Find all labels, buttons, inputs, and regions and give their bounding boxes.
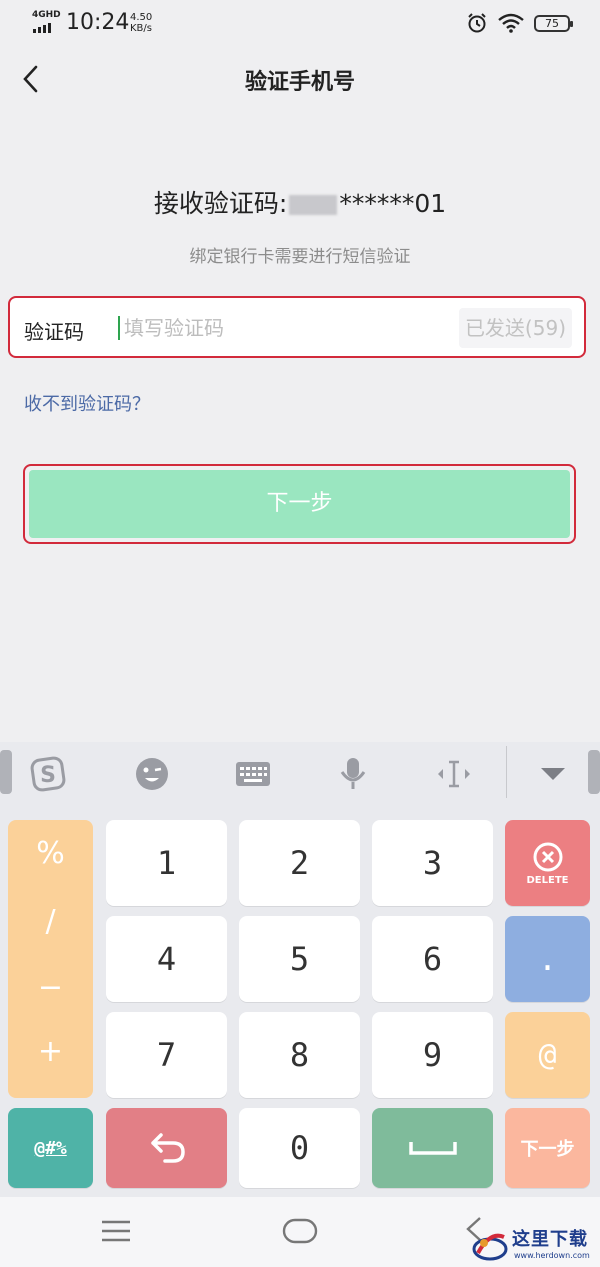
alarm-icon xyxy=(468,13,486,33)
delete-label: DELETE xyxy=(526,874,569,886)
watermark: 这里下载 www.herdown.com xyxy=(470,1223,600,1267)
left-edge-handle[interactable] xyxy=(0,750,12,794)
at-key[interactable]: @ xyxy=(505,1012,590,1098)
resend-button[interactable]: 已发送(59) xyxy=(458,308,572,348)
status-bar: 4GHD 10:24 4.50 KB/s 75 xyxy=(0,0,600,46)
page-title: 验证手机号 xyxy=(244,70,355,95)
key-2[interactable]: 2 xyxy=(239,820,360,906)
keyboard-next-key[interactable]: 下一步 xyxy=(505,1108,590,1188)
microphone-icon[interactable] xyxy=(333,754,373,794)
home-icon[interactable] xyxy=(282,1217,318,1245)
watermark-text: 这里下载 xyxy=(512,1229,588,1250)
emoji-icon[interactable] xyxy=(132,754,172,794)
space-icon xyxy=(408,1142,457,1155)
watermark-url: www.herdown.com xyxy=(514,1251,590,1260)
space-key[interactable] xyxy=(372,1108,493,1188)
next-button[interactable]: 下一步 xyxy=(29,470,570,538)
status-time: 10:24 xyxy=(66,10,130,35)
return-key[interactable] xyxy=(106,1108,227,1188)
code-input-row: 验证码 填写验证码 已发送(59) xyxy=(8,296,586,358)
key-6[interactable]: 6 xyxy=(372,916,493,1002)
masked-number xyxy=(289,195,338,215)
network-speed: 4.50 KB/s xyxy=(130,12,153,34)
key-5[interactable]: 5 xyxy=(239,916,360,1002)
key-9[interactable]: 9 xyxy=(372,1012,493,1098)
plus-key[interactable]: + xyxy=(8,1034,93,1069)
key-0[interactable]: 0 xyxy=(239,1108,360,1188)
verification-hint: 绑定银行卡需要进行短信验证 xyxy=(189,247,411,267)
sogou-logo-icon[interactable]: S xyxy=(28,754,68,794)
watermark-logo-icon xyxy=(472,1233,508,1261)
battery-icon: 75 xyxy=(534,14,573,32)
next-button-highlight: 下一步 xyxy=(23,464,576,544)
minus-key[interactable]: − xyxy=(8,970,93,1005)
no-code-link[interactable]: 收不到验证码？ xyxy=(24,390,150,416)
key-8[interactable]: 8 xyxy=(239,1012,360,1098)
key-3[interactable]: 3 xyxy=(372,820,493,906)
number-keyboard: S % / − + 1 2 3 4 5 6 7 8 9 DELETE . @ @… xyxy=(0,742,600,1197)
toolbar-divider xyxy=(506,746,507,798)
code-input[interactable]: 填写验证码 xyxy=(118,316,438,340)
key-4[interactable]: 4 xyxy=(106,916,227,1002)
return-arrow-icon xyxy=(150,1133,185,1163)
cursor-move-icon[interactable] xyxy=(434,754,474,794)
wifi-icon xyxy=(498,13,524,33)
percent-key[interactable]: % xyxy=(8,836,93,871)
symbol-column: % / − + xyxy=(8,820,93,1098)
dot-key[interactable]: . xyxy=(505,916,590,1002)
key-1[interactable]: 1 xyxy=(106,820,227,906)
cellular-signal-icon: 4GHD xyxy=(32,10,61,36)
key-7[interactable]: 7 xyxy=(106,1012,227,1098)
code-label: 验证码 xyxy=(24,320,84,344)
delete-icon xyxy=(533,842,562,871)
right-edge-handle[interactable] xyxy=(588,750,600,794)
keyboard-toolbar: S xyxy=(0,742,600,806)
keyboard-switch-icon[interactable] xyxy=(233,754,273,794)
nav-bar: 验证手机号 xyxy=(0,54,600,104)
svg-text:S: S xyxy=(40,763,56,788)
collapse-keyboard-icon[interactable] xyxy=(533,754,573,794)
symbol-keyboard-key[interactable]: @#% xyxy=(8,1108,93,1188)
slash-key[interactable]: / xyxy=(8,904,93,939)
menu-icon[interactable] xyxy=(100,1219,132,1243)
receive-number-text: 接收验证码: ******01 xyxy=(153,189,447,218)
delete-key[interactable]: DELETE xyxy=(505,820,590,906)
network-type: 4GHD xyxy=(32,10,61,20)
